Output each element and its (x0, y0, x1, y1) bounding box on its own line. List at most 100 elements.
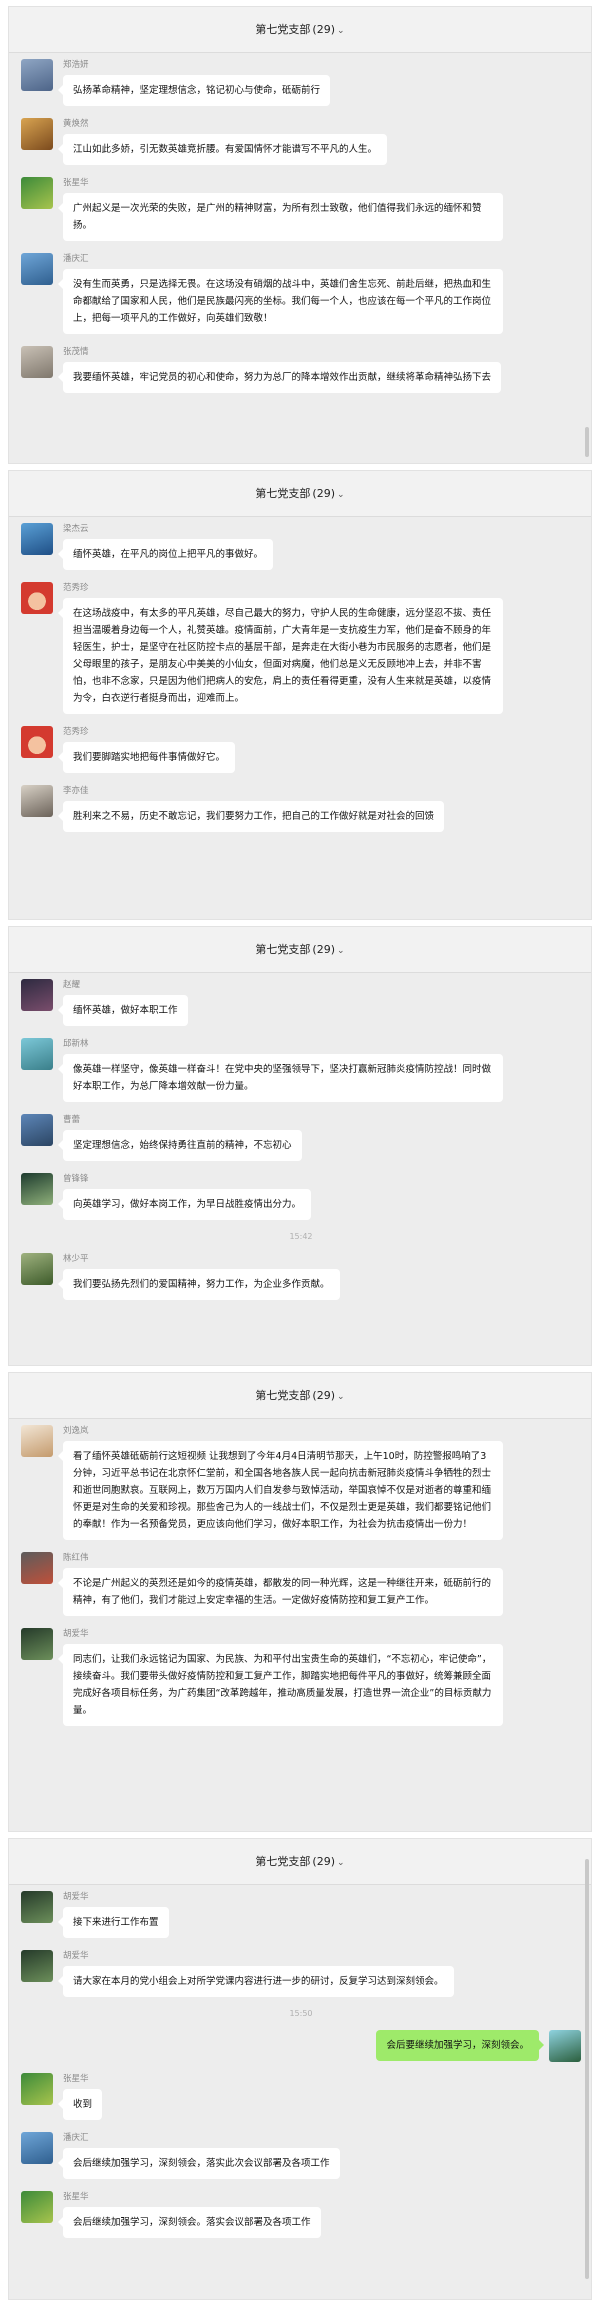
avatar[interactable] (21, 582, 53, 614)
sender-name: 潘庆汇 (63, 254, 89, 264)
sender-name: 范秀珍 (63, 583, 89, 593)
avatar[interactable] (21, 2191, 53, 2223)
avatar[interactable] (549, 2030, 581, 2062)
message-bubble[interactable]: 不论是广州起义的英烈还是如今的疫情英雄，都散发的同一种光辉，这是一种继往开来，砥… (58, 1568, 503, 1616)
message: 陈红伟 不论是广州起义的英烈还是如今的疫情英雄，都散发的同一种光辉，这是一种继往… (21, 1552, 581, 1616)
message: 胡爱华 接下来进行工作布置 (21, 1891, 581, 1938)
group-title: 第七党支部 (255, 943, 311, 956)
message: 范秀珍 在这场战疫中，有太多的平凡英雄，尽自己最大的努力，守护人民的生命健康，远… (21, 582, 581, 714)
chevron-down-icon[interactable]: ⌄ (337, 1392, 345, 1402)
avatar[interactable] (21, 177, 53, 209)
message-list: 刘逸岚 看了缅怀英雄砥砺前行这短视频 让我想到了今年4月4日清明节那天，上午10… (9, 1419, 591, 1726)
avatar[interactable] (21, 1891, 53, 1923)
message-bubble[interactable]: 没有生而英勇，只是选择无畏。在这场没有硝烟的战斗中，英雄们舍生忘死、前赴后继，把… (58, 269, 503, 334)
scrollbar[interactable] (585, 427, 589, 457)
sender-name: 曾锋锋 (63, 1174, 89, 1184)
chat-screenshot-stack: 第七党支部 (29) ⌄ 郑浩妍 弘扬革命精神，坚定理想信念，铭记初心与使命，砥砺前… (0, 0, 600, 2306)
chat-header[interactable]: 第七党支部 (29) ⌄ (9, 471, 591, 517)
chevron-down-icon[interactable]: ⌄ (337, 946, 345, 956)
message: 邱新林 像英雄一样坚守，像英雄一样奋斗！在党中央的坚强领导下，坚决打赢新冠肺炎疫… (21, 1038, 581, 1102)
chevron-down-icon[interactable]: ⌄ (337, 26, 345, 36)
message: 梁杰云 缅怀英雄，在平凡的岗位上把平凡的事做好。 (21, 523, 581, 570)
message: 张星华 会后继续加强学习，深刻领会。落实会议部署及各项工作 (21, 2191, 581, 2238)
message: 曹蕾 坚定理想信念，始终保持勇往直前的精神，不忘初心 (21, 1114, 581, 1161)
avatar[interactable] (21, 523, 53, 555)
avatar[interactable] (21, 1038, 53, 1070)
avatar[interactable] (21, 726, 53, 758)
message-bubble[interactable]: 胜利来之不易，历史不敢忘记，我们要努力工作，把自己的工作做好就是对社会的回馈 (57, 801, 445, 832)
message-bubble[interactable]: 我要缅怀英雄，牢记党员的初心和使命，努力为总厂的降本增效作出贡献，继续将革命精神… (57, 362, 502, 393)
sender-name: 胡爱华 (63, 1951, 89, 1961)
timestamp: 15:42 (289, 1232, 313, 1241)
message-bubble[interactable]: 我们要弘扬先烈们的爱国精神，努力工作，为企业多作贡献。 (58, 1269, 340, 1300)
message-bubble[interactable]: 江山如此多娇，引无数英雄竞折腰。有爱国情怀才能谱写不平凡的人生。 (57, 134, 388, 165)
avatar[interactable] (21, 1950, 53, 1982)
message-bubble[interactable]: 会后要继续加强学习，深刻领会。 (376, 2030, 544, 2061)
sender-name: 张茂情 (63, 347, 89, 357)
group-title: 第七党支部 (255, 1389, 311, 1402)
message: 张星华 广州起义是一次光荣的失败，是广州的精神财富，为所有烈士致敬，他们值得我们… (21, 177, 581, 241)
chat-header[interactable]: 第七党支部 (29) ⌄ (9, 7, 591, 53)
avatar[interactable] (21, 979, 53, 1011)
message-bubble[interactable]: 缅怀英雄，做好本职工作 (58, 995, 188, 1026)
sender-name: 刘逸岚 (63, 1426, 89, 1436)
avatar[interactable] (21, 346, 53, 378)
sender-name: 胡爱华 (63, 1629, 89, 1639)
avatar[interactable] (21, 1628, 53, 1660)
avatar[interactable] (21, 785, 53, 817)
message-bubble[interactable]: 弘扬革命精神，坚定理想信念，铭记初心与使命，砥砺前行 (57, 75, 331, 106)
avatar[interactable] (21, 1253, 53, 1285)
message-bubble[interactable]: 坚定理想信念，始终保持勇往直前的精神，不忘初心 (58, 1130, 302, 1161)
avatar[interactable] (21, 1552, 53, 1584)
chat-header[interactable]: 第七党支部 (29) ⌄ (9, 927, 591, 973)
avatar[interactable] (21, 59, 53, 91)
message: 郑浩妍 弘扬革命精神，坚定理想信念，铭记初心与使命，砥砺前行 (21, 59, 581, 106)
sender-name: 郑浩妍 (63, 60, 89, 70)
sender-name: 潘庆汇 (63, 2133, 89, 2143)
avatar[interactable] (21, 1114, 53, 1146)
scrollbar[interactable] (585, 1859, 589, 2279)
sender-name: 范秀珍 (63, 727, 89, 737)
message-bubble[interactable]: 缅怀英雄，在平凡的岗位上把平凡的事做好。 (57, 539, 274, 570)
sender-name: 邱新林 (63, 1039, 89, 1049)
chevron-down-icon[interactable]: ⌄ (337, 1858, 345, 1868)
message: 范秀珍 我们要脚踏实地把每件事情做好它。 (21, 726, 581, 773)
chat-header[interactable]: 第七党支部 (29) ⌄ (9, 1373, 591, 1419)
message: 胡爱华 请大家在本月的党小组会上对所学党课内容进行进一步的研讨，反复学习达到深刻… (21, 1950, 581, 1997)
message-bubble[interactable]: 会后继续加强学习，深刻领会，落实此次会议部署及各项工作 (58, 2148, 340, 2179)
avatar[interactable] (21, 2073, 53, 2105)
avatar[interactable] (21, 253, 53, 285)
message-bubble[interactable]: 我们要脚踏实地把每件事情做好它。 (57, 742, 236, 773)
sender-name: 李亦佳 (63, 786, 89, 796)
message-bubble[interactable]: 请大家在本月的党小组会上对所学党课内容进行进一步的研讨，反复学习达到深刻领会。 (58, 1966, 454, 1997)
message: 李亦佳 胜利来之不易，历史不敢忘记，我们要努力工作，把自己的工作做好就是对社会的… (21, 785, 581, 832)
group-title: 第七党支部 (255, 487, 311, 500)
avatar[interactable] (21, 118, 53, 150)
message-bubble[interactable]: 会后继续加强学习，深刻领会。落实会议部署及各项工作 (58, 2207, 321, 2238)
message-bubble[interactable]: 广州起义是一次光荣的失败，是广州的精神财富，为所有烈士致敬，他们值得我们永远的缅… (58, 193, 503, 241)
sender-name: 胡爱华 (63, 1892, 89, 1902)
message-bubble[interactable]: 接下来进行工作布置 (58, 1907, 169, 1938)
avatar[interactable] (21, 1425, 53, 1457)
message-bubble[interactable]: 向英雄学习，做好本岗工作，为早日战胜疫情出分力。 (57, 1189, 312, 1220)
chat-panel: 第七党支部 (29) ⌄ 郑浩妍 弘扬革命精神，坚定理想信念，铭记初心与使命，砥砺前… (8, 6, 592, 464)
message: 刘逸岚 看了缅怀英雄砥砺前行这短视频 让我想到了今年4月4日清明节那天，上午10… (21, 1425, 581, 1540)
message: 潘庆汇 会后继续加强学习，深刻领会，落实此次会议部署及各项工作 (21, 2132, 581, 2179)
message: 潘庆汇 没有生而英勇，只是选择无畏。在这场没有硝烟的战斗中，英雄们舍生忘死、前赴… (21, 253, 581, 334)
message-bubble[interactable]: 像英雄一样坚守，像英雄一样奋斗！在党中央的坚强领导下，坚决打赢新冠肺炎疫情防控战… (58, 1054, 503, 1102)
chevron-down-icon[interactable]: ⌄ (337, 490, 345, 500)
message: 黄焕然 江山如此多娇，引无数英雄竞折腰。有爱国情怀才能谱写不平凡的人生。 (21, 118, 581, 165)
chat-panel: 第七党支部 (29) ⌄ 赵耀 缅怀英雄，做好本职工作 邱新林 像英雄一样坚守，像英… (8, 926, 592, 1366)
timestamp: 15:50 (289, 2009, 313, 2018)
message-list: 胡爱华 接下来进行工作布置 胡爱华 请大家在本月的党小组会上对所学党课内容进行进… (9, 1885, 591, 2238)
message-bubble[interactable]: 在这场战疫中，有太多的平凡英雄，尽自己最大的努力，守护人民的生命健康，远分坚忍不… (58, 598, 503, 714)
message-bubble[interactable]: 收到 (57, 2089, 103, 2120)
member-count: (29) (312, 1389, 336, 1402)
message: 林少平 我们要弘扬先烈们的爱国精神，努力工作，为企业多作贡献。 (21, 1253, 581, 1300)
message-bubble[interactable]: 同志们，让我们永远铭记为国家、为民族、为和平付出宝贵生命的英雄们，“不忘初心，牢… (58, 1644, 503, 1726)
avatar[interactable] (21, 2132, 53, 2164)
avatar[interactable] (21, 1173, 53, 1205)
chat-header[interactable]: 第七党支部 (29) ⌄ (9, 1839, 591, 1885)
sender-name: 张星华 (63, 2074, 89, 2084)
message-bubble[interactable]: 看了缅怀英雄砥砺前行这短视频 让我想到了今年4月4日清明节那天，上午10时，防控… (58, 1441, 503, 1540)
